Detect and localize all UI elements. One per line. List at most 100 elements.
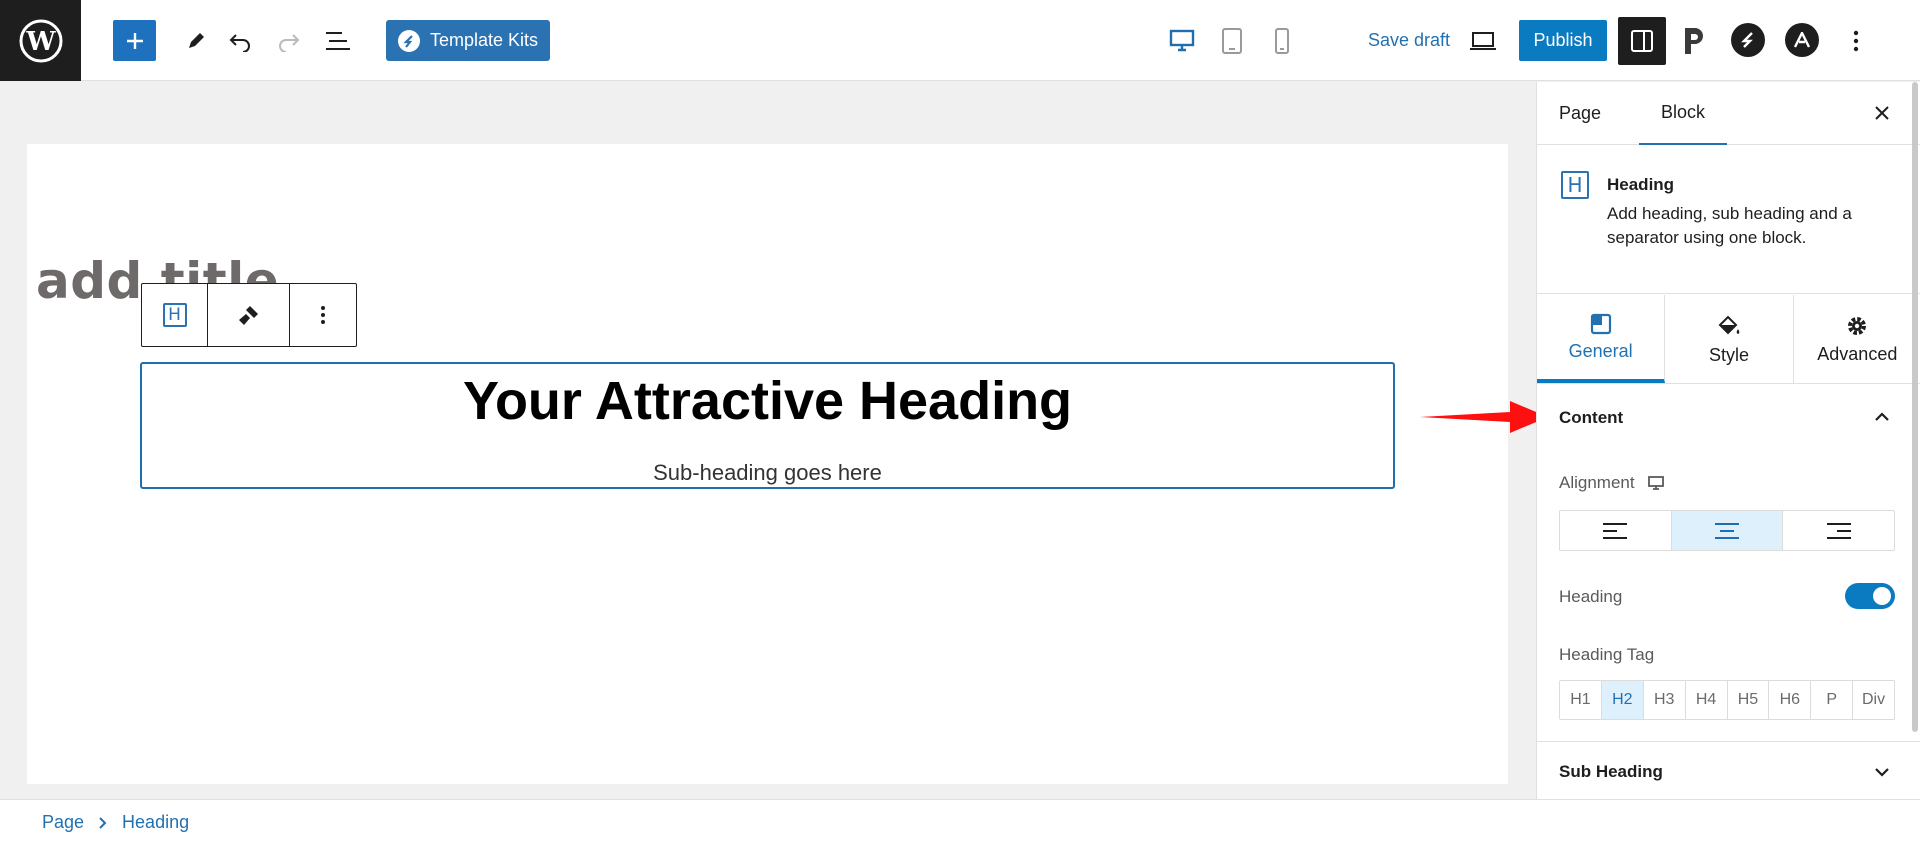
block-options-button[interactable] bbox=[290, 284, 356, 346]
preview-button[interactable] bbox=[1463, 20, 1503, 61]
breadcrumb: Page Heading bbox=[0, 799, 1920, 845]
gear-icon bbox=[1848, 316, 1867, 335]
tablet-preview-button[interactable] bbox=[1213, 20, 1251, 61]
list-view-icon bbox=[326, 31, 350, 50]
block-toolbar: H bbox=[141, 283, 357, 347]
mobile-icon bbox=[1275, 27, 1289, 54]
breadcrumb-item-page[interactable]: Page bbox=[42, 812, 84, 833]
desktop-preview-button[interactable] bbox=[1163, 20, 1201, 61]
subheading-section-title: Sub Heading bbox=[1559, 762, 1663, 781]
more-vertical-icon bbox=[1853, 30, 1859, 51]
save-draft-button[interactable]: Save draft bbox=[1344, 20, 1474, 61]
block-card: H Heading Add heading, sub heading and a… bbox=[1537, 145, 1920, 294]
block-card-title: Heading bbox=[1607, 175, 1675, 194]
heading-toggle-label: Heading bbox=[1559, 587, 1623, 606]
astra-plugin-button[interactable] bbox=[1785, 23, 1819, 57]
sidebar-scrollbar[interactable] bbox=[1912, 82, 1918, 732]
add-block-button[interactable] bbox=[113, 20, 156, 61]
subheading-text[interactable]: Sub-heading goes here bbox=[142, 460, 1393, 486]
desktop-icon bbox=[1169, 29, 1195, 51]
subheading-section-toggle[interactable]: Sub Heading bbox=[1537, 746, 1920, 798]
editor-canvas-area: add title H Your Attractive Heading Sub-… bbox=[0, 82, 1536, 845]
content-section-toggle[interactable]: Content bbox=[1537, 388, 1920, 448]
document-overview-button[interactable] bbox=[318, 20, 358, 61]
wordpress-logo-button[interactable]: W bbox=[0, 0, 81, 81]
edit-tools-button[interactable] bbox=[176, 20, 216, 61]
tablet-icon bbox=[1222, 27, 1242, 54]
tab-style[interactable]: Style bbox=[1665, 295, 1794, 383]
breadcrumb-item-heading[interactable]: Heading bbox=[122, 812, 189, 833]
section-divider bbox=[1537, 741, 1920, 742]
chevron-up-icon bbox=[1875, 412, 1889, 421]
tab-general[interactable]: General bbox=[1537, 295, 1666, 383]
align-center-button[interactable] bbox=[1671, 511, 1784, 550]
redo-icon bbox=[279, 33, 300, 52]
tag-h3-button[interactable]: H3 bbox=[1644, 681, 1686, 719]
more-vertical-icon bbox=[321, 306, 325, 324]
plus-icon bbox=[126, 32, 143, 49]
settings-sidebar: Page Block H Heading Add heading, sub he… bbox=[1536, 82, 1920, 799]
tab-advanced[interactable]: Advanced bbox=[1794, 295, 1920, 383]
template-kits-button[interactable]: Template Kits bbox=[386, 20, 550, 61]
tag-h6-button[interactable]: H6 bbox=[1769, 681, 1812, 719]
block-card-description: Add heading, sub heading and a separator… bbox=[1607, 204, 1852, 247]
tab-block[interactable]: Block bbox=[1639, 82, 1728, 145]
undo-button[interactable] bbox=[220, 20, 260, 61]
tab-style-label: Style bbox=[1708, 344, 1749, 365]
content-section-title: Content bbox=[1559, 408, 1624, 427]
heading-tag-label: Heading Tag bbox=[1559, 645, 1655, 664]
block-panel-tabs: General Style Advanced bbox=[1537, 295, 1920, 384]
pencil-icon bbox=[189, 32, 204, 48]
heading-block[interactable]: Your Attractive Heading Sub-heading goes… bbox=[140, 362, 1395, 489]
undo-icon bbox=[229, 33, 250, 52]
alignment-label: Alignment bbox=[1559, 473, 1665, 493]
svg-text:W: W bbox=[25, 27, 56, 57]
align-left-button[interactable] bbox=[1560, 511, 1672, 550]
tag-h5-button[interactable]: H5 bbox=[1728, 681, 1770, 719]
general-icon bbox=[1590, 313, 1611, 334]
astra-icon bbox=[1793, 32, 1811, 48]
paint-bucket-icon bbox=[1718, 315, 1740, 334]
options-menu-button[interactable] bbox=[1838, 20, 1874, 61]
tab-general-label: General bbox=[1568, 340, 1633, 361]
publish-button[interactable]: Publish bbox=[1519, 20, 1607, 61]
tag-p-button[interactable]: P bbox=[1811, 681, 1854, 719]
spectra-icon bbox=[397, 29, 420, 52]
tab-advanced-label: Advanced bbox=[1817, 343, 1898, 364]
brush-icon bbox=[238, 306, 258, 325]
redo-button[interactable] bbox=[269, 20, 309, 61]
align-center-icon bbox=[1715, 522, 1739, 539]
alignment-control bbox=[1559, 510, 1895, 551]
mobile-preview-button[interactable] bbox=[1263, 20, 1301, 61]
tag-h1-button[interactable]: H1 bbox=[1560, 681, 1602, 719]
heading-text[interactable]: Your Attractive Heading bbox=[142, 370, 1393, 432]
spectra-icon bbox=[1741, 32, 1753, 48]
sidebar-panel-icon bbox=[1631, 30, 1653, 52]
align-right-icon bbox=[1826, 522, 1851, 539]
toggle-knob bbox=[1873, 587, 1891, 605]
plugin-p-icon bbox=[1685, 27, 1703, 54]
template-kits-label: Template Kits bbox=[429, 30, 539, 50]
spectra-plugin-button[interactable] bbox=[1731, 23, 1765, 57]
tag-div-button[interactable]: Div bbox=[1853, 681, 1894, 719]
red-arrow-icon bbox=[1420, 401, 1548, 433]
heading-tag-control: H1 H2 H3 H4 H5 H6 P Div bbox=[1559, 680, 1895, 720]
block-style-button[interactable] bbox=[208, 284, 290, 346]
heading-block-icon: H bbox=[1561, 171, 1589, 199]
block-type-button[interactable]: H bbox=[142, 284, 208, 346]
chevron-right-icon bbox=[99, 816, 107, 829]
settings-toggle-button[interactable] bbox=[1618, 17, 1666, 65]
heading-block-icon: H bbox=[162, 303, 187, 327]
align-right-button[interactable] bbox=[1783, 511, 1894, 550]
desktop-icon[interactable] bbox=[1647, 475, 1665, 491]
wordpress-icon: W bbox=[19, 19, 62, 62]
tag-h2-button[interactable]: H2 bbox=[1601, 681, 1644, 719]
tag-h4-button[interactable]: H4 bbox=[1686, 681, 1728, 719]
plugin-p-button[interactable] bbox=[1674, 20, 1716, 61]
heading-toggle[interactable] bbox=[1845, 583, 1895, 609]
close-icon[interactable] bbox=[1871, 102, 1893, 124]
sidebar-tabs: Page Block bbox=[1537, 82, 1920, 145]
alignment-label-text: Alignment bbox=[1559, 473, 1635, 492]
chevron-down-icon bbox=[1875, 768, 1889, 777]
tab-page[interactable]: Page bbox=[1559, 82, 1601, 145]
